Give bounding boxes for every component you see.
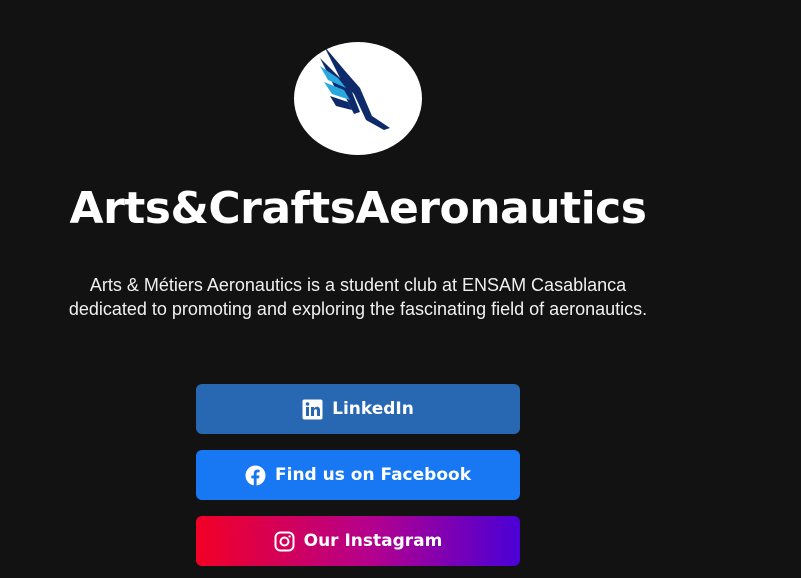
club-description: Arts & Métiers Aeronautics is a student … [68, 275, 648, 319]
facebook-button[interactable]: Find us on Facebook [196, 450, 520, 500]
instagram-button[interactable]: Our Instagram [196, 516, 520, 566]
linkedin-icon [302, 399, 323, 420]
wings-logo-icon [320, 46, 390, 130]
club-logo [294, 42, 422, 155]
linkedin-button[interactable]: LinkedIn [196, 384, 520, 434]
facebook-label: Find us on Facebook [275, 465, 471, 485]
facebook-icon [245, 465, 266, 486]
profile-page: Arts&CraftsAeronautics Arts & Métiers Ae… [0, 0, 801, 578]
instagram-label: Our Instagram [303, 531, 443, 551]
instagram-icon [274, 531, 295, 552]
linkedin-label: LinkedIn [332, 399, 414, 419]
club-title: Arts&CraftsAeronautics [69, 183, 647, 234]
